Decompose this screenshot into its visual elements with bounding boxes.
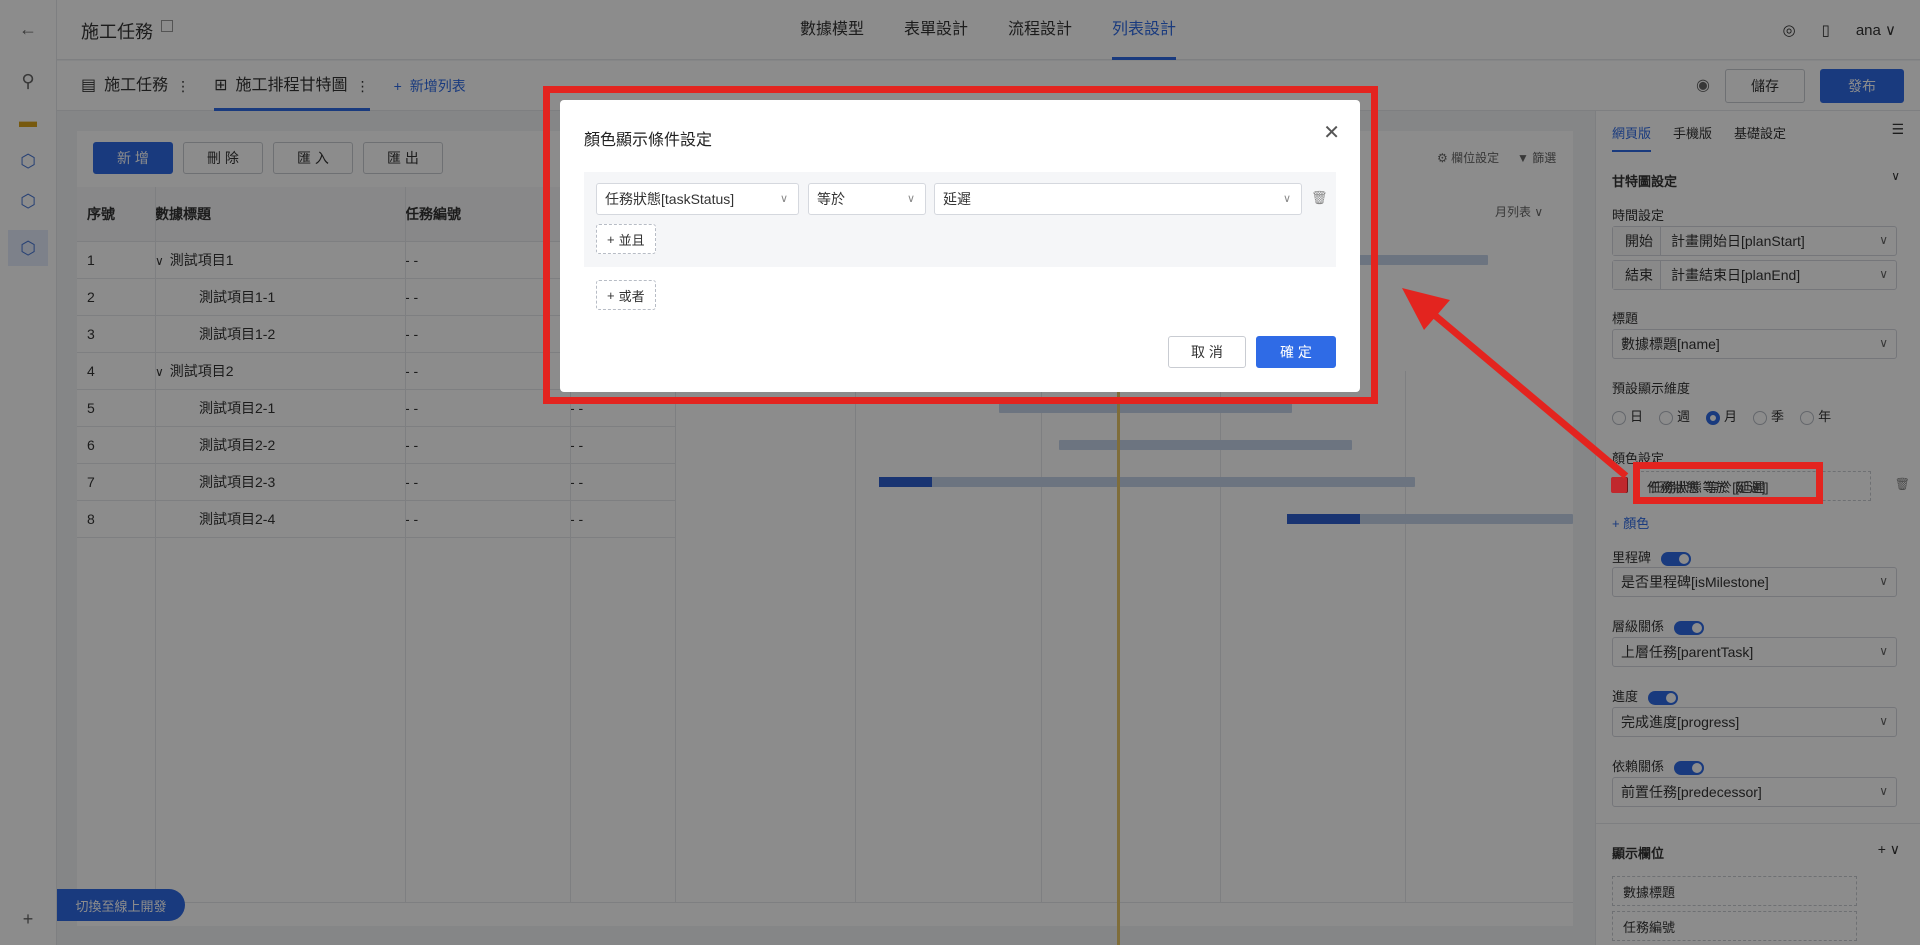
chevron-down-icon: ∨ xyxy=(779,193,788,205)
confirm-button[interactable]: 確 定 xyxy=(1256,336,1336,368)
color-rule-highlight: 任務狀態 等於 [延遲] xyxy=(1650,480,1769,495)
chevron-down-icon: ∨ xyxy=(906,193,915,205)
operator-value: 等於 xyxy=(817,191,845,207)
cancel-button[interactable]: 取 消 xyxy=(1168,336,1246,368)
chevron-down-icon: ∨ xyxy=(1282,193,1291,205)
trash-icon[interactable]: 🗑 xyxy=(1311,190,1328,206)
or-label: 或者 xyxy=(618,288,645,304)
field-select[interactable]: 任務狀態[taskStatus] ∨ xyxy=(596,183,799,215)
close-icon[interactable]: ✕ xyxy=(1323,120,1340,145)
condition-group: 任務狀態[taskStatus] ∨ 等於 ∨ 延遲 ∨ 🗑 + 並且 xyxy=(584,172,1336,267)
color-condition-dialog: 顏色顯示條件設定 ✕ 任務狀態[taskStatus] ∨ 等於 ∨ 延遲 ∨ 🗑 +… xyxy=(560,100,1360,392)
color-swatch-highlight xyxy=(1611,477,1627,493)
value-select[interactable]: 延遲 ∨ xyxy=(934,183,1302,215)
field-value: 任務狀態[taskStatus] xyxy=(605,191,735,207)
value-text: 延遲 xyxy=(943,191,971,207)
and-button[interactable]: + 並且 xyxy=(596,224,656,254)
dialog-title: 顏色顯示條件設定 xyxy=(584,132,713,149)
or-button[interactable]: + 或者 xyxy=(596,280,656,310)
and-label: 並且 xyxy=(618,232,645,248)
operator-select[interactable]: 等於 ∨ xyxy=(808,183,926,215)
